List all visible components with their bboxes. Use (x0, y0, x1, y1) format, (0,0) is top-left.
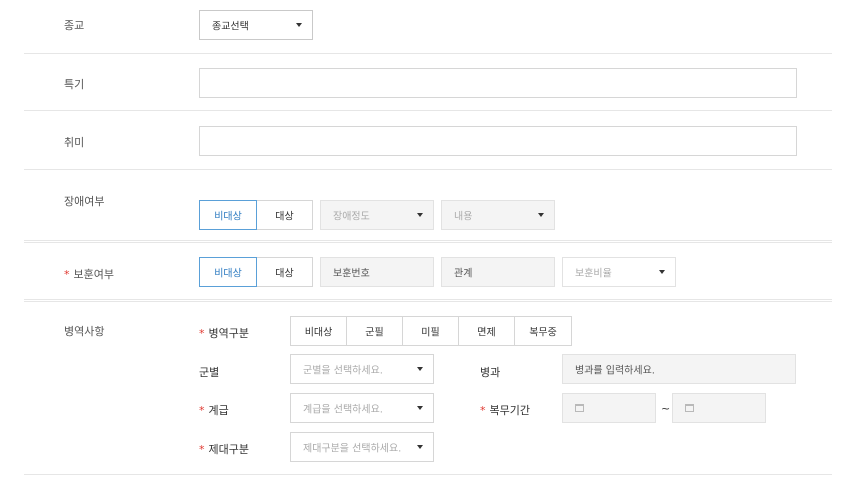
divider (24, 474, 832, 475)
option-label: 대상 (275, 268, 294, 280)
required-mark: * (199, 443, 205, 456)
military-type-option-exempt[interactable]: 면제 (458, 316, 515, 346)
required-mark: * (199, 404, 205, 417)
specialty-label: 특기 (64, 78, 85, 91)
military-rank-placeholder: 계급을 선택하세요. (303, 404, 383, 416)
divider (24, 299, 832, 302)
period-separator: ~ (661, 402, 671, 415)
military-branch-label: 군별 (199, 366, 220, 379)
military-discharge-label-text: 제대구분 (208, 443, 249, 456)
religion-select[interactable]: 종교선택 (199, 10, 313, 40)
chevron-down-icon (296, 23, 302, 27)
disability-content-select[interactable]: 내용 (441, 200, 555, 230)
religion-select-value: 종교선택 (212, 21, 249, 33)
chevron-down-icon (417, 445, 423, 449)
option-label: 비대상 (214, 211, 242, 223)
divider (24, 110, 832, 111)
chevron-down-icon (659, 270, 665, 274)
military-rank-select[interactable]: 계급을 선택하세요. (290, 393, 434, 423)
veteran-option-non-target[interactable]: 비대상 (199, 257, 257, 287)
military-type-label: * 병역구분 (199, 325, 249, 341)
required-mark: * (480, 404, 486, 417)
veteran-number-input[interactable]: 보훈번호 (320, 257, 434, 287)
disability-label: 장애여부 (64, 195, 105, 208)
option-label: 비대상 (304, 327, 333, 339)
divider (24, 53, 832, 54)
specialty-input[interactable] (199, 68, 797, 98)
veteran-number-placeholder: 보훈번호 (333, 268, 370, 280)
option-label: 대상 (275, 211, 294, 223)
hobby-input[interactable] (199, 126, 797, 156)
veteran-relation-placeholder: 관계 (454, 268, 473, 280)
religion-label: 종교 (64, 19, 85, 32)
military-rank-label-text: 계급 (208, 404, 229, 417)
option-label: 비대상 (214, 268, 242, 280)
divider (24, 240, 832, 243)
disability-grade-placeholder: 장애정도 (333, 211, 370, 223)
option-label: 군필 (365, 327, 384, 339)
veteran-ratio-select[interactable]: 보훈비율 (562, 257, 676, 287)
military-discharge-label: * 제대구분 (199, 441, 249, 457)
disability-content-placeholder: 내용 (454, 211, 473, 223)
divider (24, 169, 832, 170)
chevron-down-icon (417, 367, 423, 371)
military-specialty-input[interactable]: 병과를 입력하세요. (562, 354, 796, 384)
military-label: 병역사항 (64, 325, 105, 338)
veteran-option-target[interactable]: 대상 (256, 257, 313, 287)
veteran-ratio-placeholder: 보훈비율 (575, 268, 612, 280)
veteran-relation-input[interactable]: 관계 (441, 257, 555, 287)
military-specialty-placeholder: 병과를 입력하세요. (575, 365, 655, 377)
military-period-label: * 복무기간 (480, 402, 530, 418)
military-type-option-served[interactable]: 군필 (346, 316, 403, 346)
chevron-down-icon (538, 213, 544, 217)
military-discharge-select[interactable]: 제대구분을 선택하세요. (290, 432, 434, 462)
hobby-label: 취미 (64, 136, 85, 149)
option-label: 복무중 (529, 327, 557, 339)
disability-grade-select[interactable]: 장애정도 (320, 200, 434, 230)
military-branch-select[interactable]: 군별을 선택하세요. (290, 354, 434, 384)
veteran-label: * 보훈여부 (64, 266, 114, 282)
military-type-label-text: 병역구분 (208, 327, 249, 340)
disability-option-non-target[interactable]: 비대상 (199, 200, 257, 230)
option-label: 미필 (421, 327, 440, 339)
chevron-down-icon (417, 213, 423, 217)
military-period-label-text: 복무기간 (489, 404, 530, 417)
military-period-start-input[interactable] (562, 393, 656, 423)
required-mark: * (199, 327, 205, 340)
chevron-down-icon (417, 406, 423, 410)
calendar-icon[interactable] (685, 404, 694, 412)
veteran-label-text: 보훈여부 (73, 268, 114, 281)
military-discharge-placeholder: 제대구분을 선택하세요. (303, 443, 402, 455)
military-specialty-label: 병과 (480, 366, 501, 379)
military-period-end-input[interactable] (672, 393, 766, 423)
military-type-option-non-target[interactable]: 비대상 (290, 316, 347, 346)
calendar-icon[interactable] (575, 404, 584, 412)
military-type-option-not-served[interactable]: 미필 (402, 316, 459, 346)
military-branch-placeholder: 군별을 선택하세요. (303, 365, 383, 377)
option-label: 면제 (477, 327, 496, 339)
military-rank-label: * 계급 (199, 402, 229, 418)
disability-option-target[interactable]: 대상 (256, 200, 313, 230)
military-type-option-serving[interactable]: 복무중 (514, 316, 572, 346)
required-mark: * (64, 268, 70, 281)
